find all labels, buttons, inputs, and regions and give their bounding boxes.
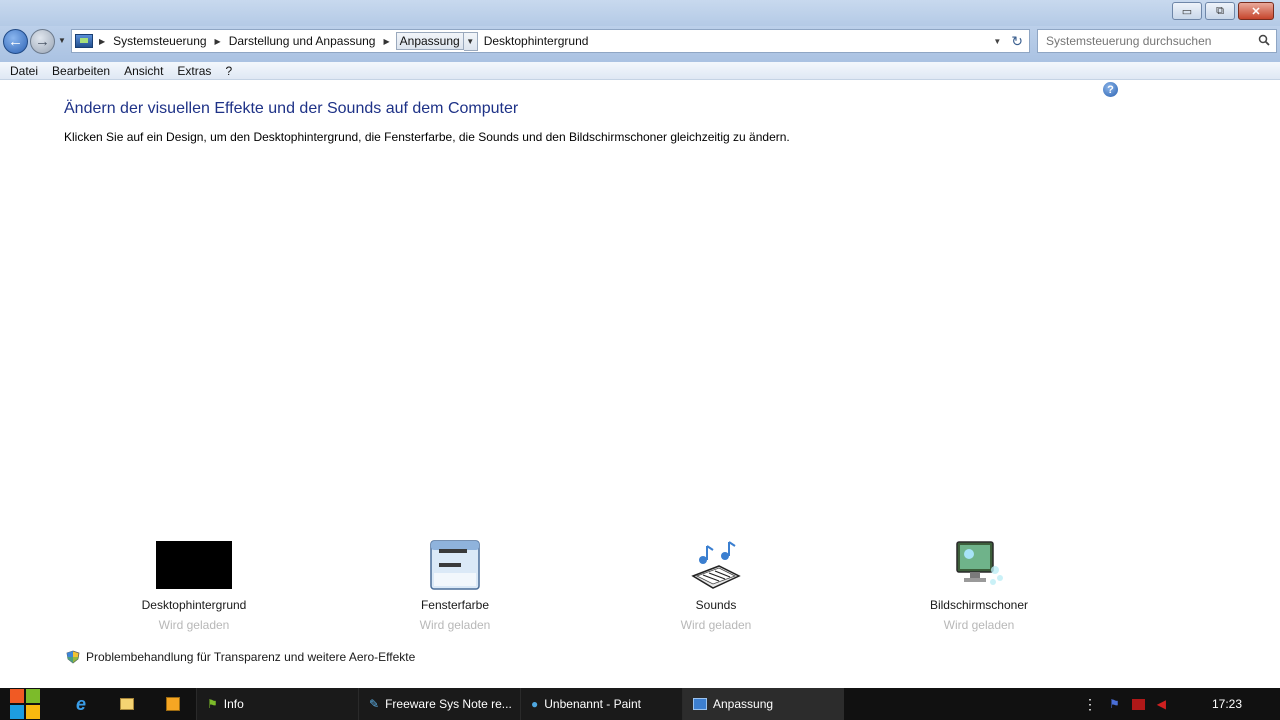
task-label: Info (223, 697, 244, 711)
menu-extras[interactable]: Extras (170, 64, 218, 78)
search-icon[interactable] (1258, 34, 1270, 46)
maximize-button[interactable]: ⧉ (1205, 2, 1235, 20)
address-actions: ▼ ↻ (993, 33, 1023, 50)
task-label: Anpassung (713, 697, 774, 711)
tile-label: Fensterfarbe (420, 598, 490, 612)
tile-label: Bildschirmschoner (929, 598, 1029, 612)
arrow-right-icon: → (35, 33, 50, 50)
breadcrumb-darstellung[interactable]: Darstellung und Anpassung (227, 32, 378, 50)
taskbar-item-info[interactable]: ⚑ Info (196, 688, 358, 720)
windows-flag-icon: ⚑ (207, 697, 218, 711)
folder-icon (120, 698, 134, 710)
tile-bildschirmschoner[interactable]: Bildschirmschoner Wird geladen (889, 540, 1069, 632)
tile-status: Wird geladen (419, 618, 491, 632)
breadcrumb-desktophintergrund[interactable]: Desktophintergrund (482, 32, 591, 50)
note-icon: ✎ (369, 697, 380, 711)
control-panel-icon (75, 34, 93, 48)
internet-explorer-icon: e (75, 693, 86, 714)
recent-pages-dropdown[interactable]: ▼ (58, 36, 66, 45)
sounds-icon (626, 540, 806, 590)
chevron-right-icon[interactable]: ▶ (99, 37, 105, 46)
clock[interactable]: 17:23 (1212, 697, 1242, 711)
internet-explorer-button[interactable]: e (58, 688, 104, 720)
menu-help[interactable]: ? (218, 64, 239, 78)
troubleshoot-link[interactable]: Problembehandlung für Transparenz und we… (66, 650, 415, 664)
chevron-down-icon[interactable]: ▼ (463, 31, 478, 51)
media-player-icon (166, 697, 180, 711)
page-description: Klicken Sie auf ein Design, um den Deskt… (64, 130, 790, 144)
main-content: ? Ändern der visuellen Effekte und der S… (0, 80, 1280, 688)
system-tray: ⋮ ⚑ ◀ 17:23 (1083, 688, 1280, 720)
window-titlebar: ▭ ⧉ ✕ (0, 0, 1280, 26)
window-controls: ▭ ⧉ ✕ (1172, 2, 1274, 20)
refresh-icon[interactable]: ↻ (1011, 33, 1023, 50)
desktop-background-thumbnail (104, 540, 284, 590)
tile-status: Wird geladen (680, 618, 752, 632)
media-player-button[interactable] (150, 688, 196, 720)
action-center-flag-icon[interactable]: ⚑ (1109, 697, 1120, 711)
back-button[interactable]: ← (3, 29, 28, 54)
navigation-bar: ← → ▼ ▶ Systemsteuerung ▶ Darstellung un… (0, 26, 1280, 62)
window-color-icon (365, 540, 545, 590)
minimize-button[interactable]: ▭ (1172, 2, 1202, 20)
control-panel-icon (693, 698, 707, 710)
menu-ansicht[interactable]: Ansicht (117, 64, 170, 78)
breadcrumb-systemsteuerung[interactable]: Systemsteuerung (111, 32, 208, 50)
taskbar: e ⚑ Info ✎ Freeware Sys Note re... ● Unb… (0, 688, 1280, 720)
windows-logo-icon (10, 689, 40, 719)
menu-bearbeiten[interactable]: Bearbeiten (45, 64, 117, 78)
tile-desktophintergrund[interactable]: Desktophintergrund Wird geladen (104, 540, 284, 632)
chevron-right-icon[interactable]: ▶ (383, 37, 389, 46)
task-label: Unbenannt - Paint (544, 697, 641, 711)
network-icon[interactable] (1131, 698, 1145, 710)
shield-icon (66, 650, 80, 664)
menu-bar: Datei Bearbeiten Ansicht Extras ? (0, 62, 1280, 80)
arrow-left-icon: ← (8, 33, 23, 50)
help-icon[interactable]: ? (1103, 82, 1118, 97)
tile-label: Desktophintergrund (141, 598, 247, 612)
chevron-right-icon[interactable]: ▶ (215, 37, 221, 46)
task-label: Freeware Sys Note re... (385, 697, 512, 711)
troubleshoot-label: Problembehandlung für Transparenz und we… (86, 650, 416, 664)
page-title: Ändern der visuellen Effekte und der Sou… (64, 100, 519, 117)
taskbar-item-anpassung[interactable]: Anpassung (682, 688, 844, 720)
breadcrumb-anpassung[interactable]: Anpassung (395, 32, 464, 50)
volume-icon[interactable]: ◀ (1157, 697, 1166, 711)
screensaver-icon (889, 540, 1069, 590)
tile-status: Wird geladen (158, 618, 230, 632)
address-bar[interactable]: ▶ Systemsteuerung ▶ Darstellung und Anpa… (71, 29, 1030, 53)
taskbar-item-paint[interactable]: ● Unbenannt - Paint (520, 688, 682, 720)
search-box (1037, 29, 1277, 53)
menu-datei[interactable]: Datei (3, 64, 45, 78)
tile-label: Sounds (695, 598, 737, 612)
tile-fensterfarbe[interactable]: Fensterfarbe Wird geladen (365, 540, 545, 632)
tray-overflow-icon[interactable]: ⋮ (1083, 696, 1097, 713)
taskbar-item-freeware[interactable]: ✎ Freeware Sys Note re... (358, 688, 520, 720)
address-dropdown-icon[interactable]: ▼ (993, 37, 1001, 46)
forward-button[interactable]: → (30, 29, 55, 54)
paint-icon: ● (531, 697, 539, 711)
explorer-button[interactable] (104, 688, 150, 720)
close-button[interactable]: ✕ (1238, 2, 1274, 20)
tile-sounds[interactable]: Sounds Wird geladen (626, 540, 806, 632)
start-button[interactable] (0, 688, 50, 720)
tile-status: Wird geladen (943, 618, 1015, 632)
search-input[interactable] (1046, 34, 1246, 48)
